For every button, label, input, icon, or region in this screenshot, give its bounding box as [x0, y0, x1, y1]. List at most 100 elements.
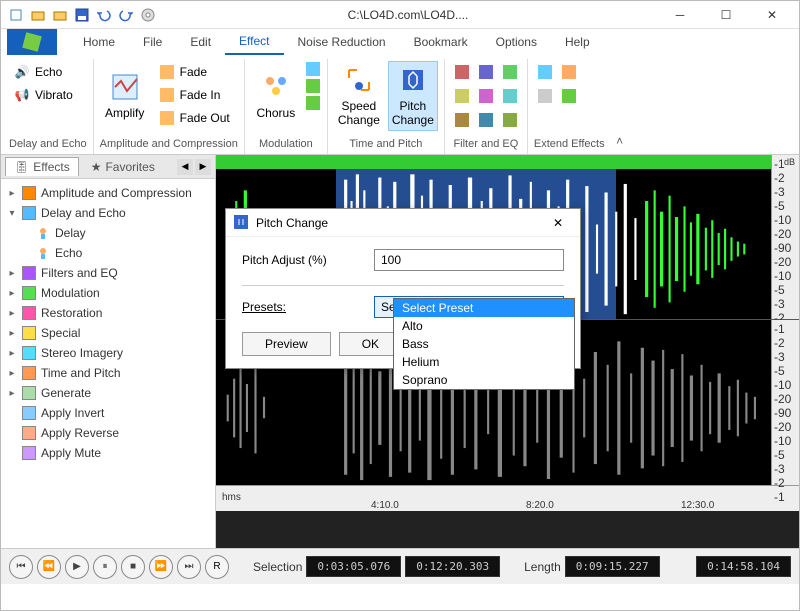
- dropdown-option-select-preset[interactable]: Select Preset: [394, 299, 574, 317]
- sidebar-prev[interactable]: ◀: [177, 159, 193, 175]
- titlebar: C:\LO4D.com\LO4D.... ─ ☐ ✕: [1, 1, 799, 29]
- tree-expand-icon[interactable]: ▸: [7, 328, 17, 339]
- stop-button[interactable]: ■: [121, 555, 145, 579]
- tree-expand-icon[interactable]: ▸: [7, 188, 17, 199]
- dropdown-option-alto[interactable]: Alto: [394, 317, 574, 335]
- eq-opt7[interactable]: [451, 109, 473, 131]
- cd-icon[interactable]: [140, 7, 156, 23]
- db-scale-top: -1-2-3-5-10-20-90-20-10-5-3-2-1: [771, 155, 799, 319]
- filter-eq-grid: [451, 61, 521, 131]
- tree-item-echo[interactable]: Echo: [3, 243, 213, 263]
- tree-item-apply-invert[interactable]: Apply Invert: [3, 403, 213, 423]
- redo-icon[interactable]: [118, 7, 134, 23]
- modulation-opt3[interactable]: [305, 95, 321, 111]
- preview-button[interactable]: Preview: [242, 332, 331, 356]
- app-button[interactable]: [7, 29, 57, 55]
- tree-expand-icon[interactable]: ▸: [7, 268, 17, 279]
- eq-opt4[interactable]: [451, 85, 473, 107]
- tree-item-time-and-pitch[interactable]: ▸Time and Pitch: [3, 363, 213, 383]
- pitch-change-button[interactable]: Pitch Change: [388, 61, 438, 131]
- undo-icon[interactable]: [96, 7, 112, 23]
- skip-end-button[interactable]: ⏭: [177, 555, 201, 579]
- tree-node-icon: [21, 305, 37, 321]
- ext-opt4[interactable]: [558, 85, 580, 107]
- tab-noise-reduction[interactable]: Noise Reduction: [284, 29, 400, 55]
- save-icon[interactable]: [74, 7, 90, 23]
- tree-item-special[interactable]: ▸Special: [3, 323, 213, 343]
- ext-opt3[interactable]: [534, 85, 556, 107]
- modulation-opt2[interactable]: [305, 78, 321, 94]
- tree-expand-icon[interactable]: ▸: [7, 348, 17, 359]
- tree-expand-icon[interactable]: ▸: [7, 388, 17, 399]
- skip-start-button[interactable]: ⏮: [9, 555, 33, 579]
- open-cd-icon[interactable]: [52, 7, 68, 23]
- ext-opt2[interactable]: [558, 61, 580, 83]
- pitch-adjust-input[interactable]: [374, 249, 564, 271]
- forward-button[interactable]: ⏩: [149, 555, 173, 579]
- tree-item-stereo-imagery[interactable]: ▸Stereo Imagery: [3, 343, 213, 363]
- sidebar-tab-favorites[interactable]: ★Favorites: [83, 158, 163, 176]
- tree-expand-icon[interactable]: ▸: [7, 368, 17, 379]
- length-value: 0:09:15.227: [565, 556, 660, 577]
- tree-expand-icon[interactable]: ▸: [7, 288, 17, 299]
- tree-expand-icon[interactable]: ▸: [7, 308, 17, 319]
- tab-help[interactable]: Help: [551, 29, 604, 55]
- fade-out-button[interactable]: Fade Out: [154, 107, 234, 129]
- eq-opt1[interactable]: [451, 61, 473, 83]
- dropdown-option-helium[interactable]: Helium: [394, 353, 574, 371]
- tree-item-filters-and-eq[interactable]: ▸Filters and EQ: [3, 263, 213, 283]
- tree-expand-icon[interactable]: ▾: [7, 208, 17, 219]
- tab-edit[interactable]: Edit: [176, 29, 225, 55]
- tree-item-delay[interactable]: Delay: [3, 223, 213, 243]
- tree-expand-icon[interactable]: [7, 408, 17, 419]
- maximize-button[interactable]: ☐: [703, 1, 749, 29]
- dropdown-option-soprano[interactable]: Soprano: [394, 371, 574, 389]
- amplify-button[interactable]: Amplify: [100, 61, 150, 131]
- tree-item-delay-and-echo[interactable]: ▾Delay and Echo: [3, 203, 213, 223]
- minimize-button[interactable]: ─: [657, 1, 703, 29]
- modulation-opt1[interactable]: [305, 61, 321, 77]
- play-button[interactable]: ▶: [65, 555, 89, 579]
- eq-opt6[interactable]: [499, 85, 521, 107]
- sidebar-next[interactable]: ▶: [195, 159, 211, 175]
- record-button[interactable]: R: [205, 555, 229, 579]
- eq-opt3[interactable]: [499, 61, 521, 83]
- tree-expand-icon[interactable]: [7, 428, 17, 439]
- pause-button[interactable]: ⏸: [93, 555, 117, 579]
- tree-item-generate[interactable]: ▸Generate: [3, 383, 213, 403]
- new-icon[interactable]: [8, 7, 24, 23]
- time-ruler[interactable]: hms 4:10.0 8:20.0 12:30.0: [216, 485, 799, 511]
- rewind-button[interactable]: ⏪: [37, 555, 61, 579]
- tree-item-apply-reverse[interactable]: Apply Reverse: [3, 423, 213, 443]
- echo-button[interactable]: 🔊Echo: [9, 61, 77, 83]
- group-time-pitch-label: Time and Pitch: [334, 136, 438, 152]
- dropdown-option-bass[interactable]: Bass: [394, 335, 574, 353]
- ribbon-collapse-button[interactable]: ˄: [611, 59, 629, 154]
- tab-options[interactable]: Options: [482, 29, 551, 55]
- sidebar-tab-effects[interactable]: 🎚Effects: [5, 157, 79, 176]
- tab-effect[interactable]: Effect: [225, 29, 283, 55]
- eq-opt5[interactable]: [475, 85, 497, 107]
- fade-button[interactable]: Fade: [154, 61, 234, 83]
- vibrato-button[interactable]: 📢Vibrato: [9, 84, 77, 106]
- dialog-close-button[interactable]: ✕: [544, 211, 572, 235]
- ext-opt1[interactable]: [534, 61, 556, 83]
- tree-item-apply-mute[interactable]: Apply Mute: [3, 443, 213, 463]
- tab-bookmark[interactable]: Bookmark: [400, 29, 482, 55]
- open-icon[interactable]: [30, 7, 46, 23]
- eq-opt2[interactable]: [475, 61, 497, 83]
- tree-item-modulation[interactable]: ▸Modulation: [3, 283, 213, 303]
- tab-file[interactable]: File: [129, 29, 176, 55]
- tree-item-restoration[interactable]: ▸Restoration: [3, 303, 213, 323]
- tree-expand-icon[interactable]: [7, 448, 17, 459]
- close-button[interactable]: ✕: [749, 1, 795, 29]
- eq-opt8[interactable]: [475, 109, 497, 131]
- eq-opt9[interactable]: [499, 109, 521, 131]
- tree-item-amplitude-and-compression[interactable]: ▸Amplitude and Compression: [3, 183, 213, 203]
- tab-home[interactable]: Home: [69, 29, 129, 55]
- tree-node-icon: [21, 425, 37, 441]
- chorus-button[interactable]: Chorus: [251, 61, 301, 131]
- fade-in-button[interactable]: Fade In: [154, 84, 234, 106]
- speed-change-button[interactable]: Speed Change: [334, 61, 384, 131]
- dialog-titlebar[interactable]: Pitch Change ✕: [226, 209, 580, 237]
